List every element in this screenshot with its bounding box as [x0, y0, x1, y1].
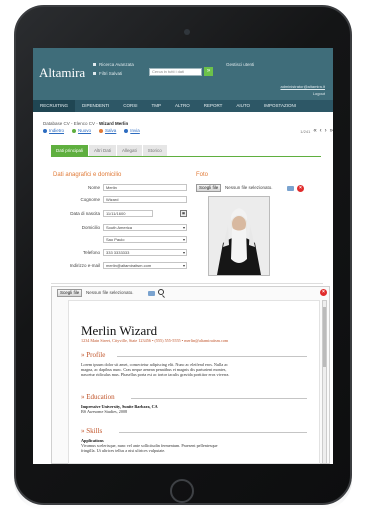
cv-contact: 1234 Main Street, Cityville, State 12345… — [81, 338, 229, 343]
tab-dati-principali[interactable]: Dati principali — [51, 145, 89, 156]
breadcrumb-current: Wizard Merlin — [99, 121, 129, 126]
cv-scrollbar[interactable] — [322, 300, 327, 464]
search-input[interactable]: Cerca in tutti i dati — [149, 68, 202, 76]
save-button[interactable]: Salva — [99, 128, 116, 133]
new-icon — [72, 128, 77, 133]
nav-report[interactable]: Report — [197, 100, 230, 112]
photo-choose-file-button[interactable]: Scegli file — [196, 184, 222, 192]
phone-field[interactable]: 333 3333333 ▾ — [103, 249, 187, 256]
cv-education-text: Impressive University, Sunite Barbara, C… — [81, 404, 158, 415]
label-domicilio: Domicilio — [81, 225, 100, 230]
new-button[interactable]: Nuovo — [72, 128, 91, 133]
breadcrumb-path[interactable]: Database CV - Elenco CV - — [43, 121, 99, 126]
nav-impostazioni[interactable]: Impostazioni — [257, 100, 303, 112]
nav-dipendenti[interactable]: Dipendenti — [75, 100, 116, 112]
cognome-field[interactable]: Wizard — [103, 196, 187, 203]
prev-record-icon[interactable]: ‹ — [320, 128, 322, 134]
folder-icon[interactable] — [148, 291, 155, 296]
cv-section-education: » Education — [81, 393, 115, 401]
delete-photo-icon[interactable]: × — [297, 185, 304, 192]
cv-document-page: Merlin Wizard 1234 Main Street, Cityvill… — [68, 300, 320, 464]
tab-altri-dati[interactable]: Altri Dati — [89, 145, 117, 156]
delete-cv-icon[interactable]: × — [320, 289, 327, 296]
tab-underline — [51, 156, 321, 157]
logout-link[interactable]: Logout — [313, 91, 325, 96]
email-field[interactable]: merlin@altamiraitsm.com ▾ — [103, 262, 187, 269]
record-actions: Indietro Nuovo Salva Invia — [43, 128, 140, 133]
send-icon — [124, 128, 129, 133]
label-nome: Nome — [87, 185, 100, 190]
send-button[interactable]: Invia — [124, 128, 140, 133]
next-record-icon[interactable]: › — [325, 128, 327, 134]
birthdate-field[interactable]: 11/11/1600 — [103, 210, 153, 217]
nav-aiuto[interactable]: Aiuto — [229, 100, 257, 112]
chevron-down-icon: ▾ — [182, 225, 185, 230]
label-email: Indirizzo e-mail — [69, 263, 100, 268]
cv-rule — [117, 356, 307, 357]
last-record-icon[interactable]: » — [330, 128, 333, 134]
back-icon — [43, 128, 47, 133]
label-data-nascita: Data di nascita — [70, 211, 100, 216]
domicile-city-select[interactable]: Sao Paulo ▾ — [103, 236, 187, 243]
label-telefono: Telefono — [82, 250, 100, 255]
cv-section-profile: » Profile — [81, 351, 106, 359]
cv-section-skills: » Skills — [81, 427, 103, 435]
cv-rule — [131, 398, 307, 399]
search-button[interactable]: » — [204, 67, 213, 76]
save-icon — [99, 128, 104, 133]
cv-name: Merlin Wizard — [81, 323, 158, 338]
back-button[interactable]: Indietro — [43, 128, 64, 133]
label-cognome: Cognome — [80, 197, 100, 202]
top-links: Ricerca Avanzata Filtri Salvati — [93, 60, 134, 78]
tab-storico[interactable]: Storico — [142, 145, 167, 156]
pager-count: 1/241 — [300, 128, 311, 134]
cv-profile-text: Lorem ipsum dolor sit amet, consectetur … — [81, 362, 230, 378]
bullet-icon — [93, 72, 96, 75]
zoom-icon[interactable] — [158, 289, 164, 295]
candidate-photo — [208, 196, 270, 276]
chevron-down-icon: ▾ — [182, 263, 185, 268]
domicile-country-select[interactable]: South America ▾ — [103, 224, 187, 231]
cv-rule — [119, 432, 307, 433]
breadcrumb: Database CV - Elenco CV - Wizard Merlin — [43, 121, 128, 126]
bullet-icon — [93, 63, 96, 66]
chevron-down-icon: ▾ — [182, 237, 185, 242]
cv-skills-text: Applications Vivamus scelerisque, nunc v… — [81, 438, 218, 454]
nav-altro[interactable]: Altro — [168, 100, 197, 112]
top-link-saved-filters[interactable]: Filtri Salvati — [93, 69, 134, 78]
main-nav: Recruiting Dipendenti Corsi TMP Altro Re… — [33, 100, 333, 112]
nav-tmp[interactable]: TMP — [145, 100, 169, 112]
cv-choose-file-button[interactable]: Scegli file — [57, 289, 83, 297]
top-link-advanced-search[interactable]: Ricerca Avanzata — [93, 60, 134, 69]
nav-recruiting[interactable]: Recruiting — [33, 100, 75, 112]
settings-link[interactable]: Gestisci utenti — [226, 62, 254, 67]
user-email-link[interactable]: administrator@altamira.it — [280, 84, 325, 89]
nav-corsi[interactable]: Corsi — [116, 100, 144, 112]
first-record-icon[interactable]: « — [313, 128, 316, 134]
home-button[interactable] — [170, 479, 194, 503]
tab-allegati[interactable]: Allegati — [117, 145, 142, 156]
cv-scrollbar-thumb[interactable] — [323, 307, 326, 367]
top-bar: Altamira Ricerca Avanzata Filtri Salvati… — [33, 48, 333, 100]
calendar-icon[interactable]: ▦ — [180, 210, 187, 217]
app-logo[interactable]: Altamira — [39, 65, 85, 81]
nome-field[interactable]: Merlin — [103, 184, 187, 191]
section-divider — [51, 283, 323, 284]
record-pager: 1/241 « ‹ › » — [300, 128, 333, 134]
chevron-down-icon: ▾ — [182, 250, 185, 255]
wizard-portrait-image — [209, 197, 269, 275]
cv-file-status: Nessun file selezionato. — [86, 290, 134, 295]
section-title-personal: Dati anagrafici e domicilio — [53, 172, 122, 178]
folder-icon[interactable] — [287, 186, 294, 191]
section-title-photo: Foto — [196, 172, 209, 178]
detail-tabs: Dati principali Altri Dati Allegati Stor… — [51, 145, 167, 156]
camera-icon — [184, 29, 190, 35]
photo-file-status: Nessun file selezionato. — [225, 185, 273, 190]
